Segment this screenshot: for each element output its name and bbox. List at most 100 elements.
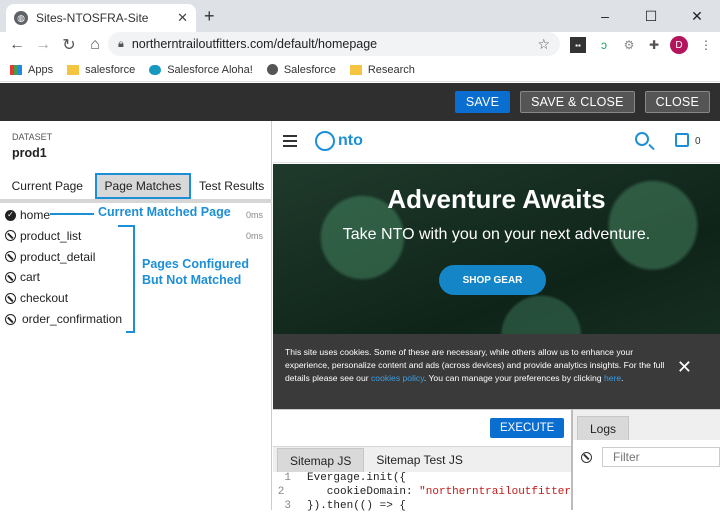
- forward-icon[interactable]: →: [30, 36, 56, 54]
- hamburger-menu-icon[interactable]: [283, 135, 297, 150]
- puzzle-icon[interactable]: ✚: [646, 37, 662, 53]
- cookie-preferences-link[interactable]: here: [604, 373, 621, 383]
- match-time: 0ms: [245, 230, 263, 241]
- bookmark-label: Apps: [28, 63, 54, 76]
- clear-logs-icon[interactable]: [581, 451, 592, 463]
- globe-icon: [266, 64, 278, 75]
- profile-avatar[interactable]: D: [670, 36, 688, 54]
- bookmark-salesforce[interactable]: Salesforce: [266, 63, 336, 76]
- dataset-value[interactable]: prod1: [12, 146, 47, 160]
- site-logo[interactable]: nto: [315, 131, 363, 151]
- search-icon[interactable]: [635, 132, 649, 146]
- close-button[interactable]: CLOSE: [644, 91, 710, 113]
- browser-tab[interactable]: ◍ Sites-NTOSFRA-Site ✕: [6, 4, 196, 32]
- hero-title: Adventure Awaits: [387, 184, 606, 214]
- ban-icon: [5, 292, 16, 304]
- code-text: Evergage.init({: [307, 472, 407, 484]
- cookie-text: .: [621, 372, 624, 383]
- tabs-divider: [0, 199, 272, 203]
- page-match-row[interactable]: checkout: [5, 290, 68, 306]
- shop-gear-button[interactable]: SHOP GEAR: [439, 265, 546, 295]
- address-url[interactable]: northerntrailoutfitters.com/default/home…: [132, 37, 530, 51]
- left-panel: DATASET prod1 Current Page Page Matches …: [0, 121, 272, 510]
- tab-page-matches[interactable]: Page Matches: [94, 173, 192, 199]
- logs-header: Logs: [573, 410, 720, 440]
- extension-icon[interactable]: ▪▪: [570, 37, 586, 53]
- match-time: 0ms: [245, 210, 263, 220]
- close-icon[interactable]: ✕: [677, 358, 692, 376]
- browser-toolbar: ← → ↻ ⌂ 🔒︎ northerntrailoutfitters.com/d…: [0, 32, 720, 58]
- reload-icon[interactable]: ↻: [56, 35, 82, 55]
- tab-current-page[interactable]: Current Page: [0, 173, 95, 199]
- code-text: }).then(() => {: [307, 500, 407, 512]
- annotation-bracket: [126, 331, 135, 333]
- settings-extension-icon[interactable]: ⚙: [621, 37, 637, 53]
- nto-logo-icon: [315, 131, 335, 151]
- extension-icon[interactable]: ↄ: [596, 37, 612, 53]
- line-number: 1: [284, 472, 291, 484]
- home-icon[interactable]: ⌂: [82, 36, 108, 54]
- new-tab-icon[interactable]: +: [204, 6, 215, 27]
- dataset-label: DATASET: [12, 132, 53, 142]
- page-match-row[interactable]: cart: [5, 269, 40, 285]
- page-name: checkout: [20, 291, 69, 306]
- cart-icon[interactable]: [675, 133, 689, 147]
- code-text: cookieDomain:: [300, 486, 420, 498]
- site-navbar: nto 0: [273, 121, 720, 163]
- code-line: 1 Evergage.init({: [273, 472, 571, 486]
- code-tabs: Sitemap JS Sitemap Test JS: [273, 446, 571, 472]
- logs-filter-input[interactable]: [602, 447, 720, 467]
- ban-icon: [5, 313, 16, 325]
- back-icon[interactable]: ←: [4, 36, 30, 54]
- hero-subtitle: Take NTO with you on your next adventure…: [342, 226, 651, 243]
- bookmark-label: Salesforce Aloha!: [167, 63, 253, 76]
- page-match-row[interactable]: order_confirmation: [5, 311, 122, 327]
- logs-filter-row: [573, 446, 720, 468]
- page-name: product_list: [20, 228, 82, 243]
- bookmark-salesforce-folder[interactable]: salesforce: [67, 64, 135, 76]
- logs-panel: Logs: [571, 409, 720, 510]
- lock-icon[interactable]: 🔒︎: [118, 38, 124, 51]
- line-number: 2: [277, 486, 285, 498]
- check-circle-icon: ✓: [5, 209, 16, 221]
- bookmarks-bar: Apps salesforce Salesforce Aloha! Salesf…: [0, 58, 720, 82]
- page-match-row[interactable]: product_detail: [5, 249, 95, 265]
- annotation-arrow: [50, 213, 94, 215]
- cloud-icon: [149, 64, 162, 75]
- browser-tab-title: Sites-NTOSFRA-Site: [36, 11, 149, 25]
- bookmark-apps[interactable]: Apps: [10, 64, 53, 76]
- save-close-button[interactable]: SAVE & CLOSE: [520, 91, 635, 113]
- tab-test-results[interactable]: Test Results: [191, 173, 272, 199]
- tab-sitemap-js[interactable]: Sitemap JS: [277, 448, 365, 472]
- close-window-icon[interactable]: ✕: [674, 0, 720, 32]
- bookmark-star-icon[interactable]: ☆: [537, 36, 550, 53]
- more-menu-icon[interactable]: ⋮: [698, 37, 714, 53]
- folder-icon: [349, 64, 362, 75]
- maximize-icon[interactable]: ☐: [628, 0, 674, 32]
- code-line: 3 }).then(() => {: [273, 500, 571, 512]
- bookmark-research-folder[interactable]: Research: [349, 64, 415, 76]
- browser-tab-strip: ◍ Sites-NTOSFRA-Site ✕ + – ☐ ✕: [0, 0, 720, 32]
- minimize-icon[interactable]: –: [582, 0, 628, 32]
- cart-count: 0: [695, 136, 701, 147]
- bookmark-salesforce-aloha[interactable]: Salesforce Aloha!: [149, 64, 253, 76]
- page-match-row[interactable]: ✓ home: [5, 207, 50, 223]
- bookmark-label: Salesforce: [283, 63, 336, 76]
- address-bar[interactable]: 🔒︎ northerntrailoutfitters.com/default/h…: [108, 32, 560, 56]
- close-tab-icon[interactable]: ✕: [177, 10, 188, 26]
- ban-icon: [5, 230, 16, 242]
- execute-button[interactable]: EXECUTE: [490, 418, 565, 438]
- annotation-bracket: [133, 225, 135, 333]
- cookie-banner: This site uses cookies. Some of these ar…: [273, 334, 720, 409]
- code-panel: EXECUTE Sitemap JS Sitemap Test JS 1 Eve…: [273, 409, 571, 512]
- editor-header: SAVE SAVE & CLOSE CLOSE: [0, 83, 720, 121]
- page-match-row[interactable]: product_list: [5, 228, 81, 244]
- save-button[interactable]: SAVE: [454, 91, 511, 113]
- tab-sitemap-test-js[interactable]: Sitemap Test JS: [364, 448, 474, 472]
- annotation-unmatched-line1: Pages Configured: [142, 257, 249, 271]
- cookies-policy-link[interactable]: cookies policy: [371, 373, 424, 383]
- tab-logs[interactable]: Logs: [577, 416, 630, 440]
- cookie-text: . You can manage your preferences by cli…: [423, 372, 604, 383]
- code-editor[interactable]: 1 Evergage.init({ 2 cookieDomain: "north…: [273, 472, 571, 512]
- page-name: cart: [20, 270, 41, 285]
